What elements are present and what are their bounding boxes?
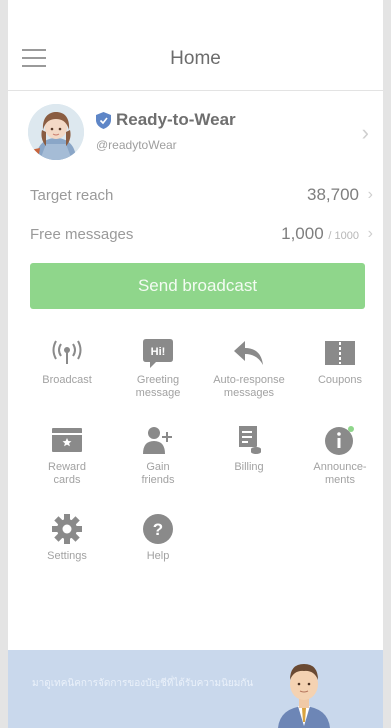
greeting-icon: Hi! [143,339,173,368]
chevron-right-icon: › [367,225,373,242]
tile-label: Help [146,550,170,562]
send-broadcast-button[interactable]: Send broadcast [30,263,365,309]
tile-label: Gain friends [141,461,175,486]
tile-coupons[interactable]: Coupons [299,336,381,387]
free-messages-label: Free messages [30,226,134,243]
reward-card-icon [52,428,82,452]
tile-label: Billing [234,461,264,473]
tile-reward-cards[interactable]: Reward cards [26,423,108,487]
tile-settings[interactable]: Settings [26,512,108,563]
account-id: @readytoWear [96,138,177,152]
announcement-icon [325,426,354,455]
gear-icon [52,514,82,544]
broadcast-icon [52,340,82,364]
banner-text: มาดูเทคนิคการจัดการของบัญชีที่ได้รับความ… [32,678,254,689]
free-messages-total: / 1000 [328,230,359,242]
verified-shield-icon [96,111,111,129]
tile-label: Greeting message [135,374,181,399]
coupon-icon [325,341,355,365]
free-messages-value: 1,000 [281,224,324,243]
svg-text:?: ? [153,520,163,539]
tile-label: Reward cards [48,461,86,486]
tile-auto-response[interactable]: Auto-response messages [208,336,290,400]
free-messages-row[interactable]: Free messages 1,000 / 1000 › [30,224,373,248]
tile-billing[interactable]: Billing [208,423,290,474]
target-reach-label: Target reach [30,187,114,204]
businessman-illustration [278,664,330,728]
account-profile[interactable]: Ready-to-Wear @readytoWear › [8,104,383,164]
account-name: Ready-to-Wear [116,110,236,129]
avatar [28,104,84,160]
top-bar: Home [8,14,383,91]
target-reach-row[interactable]: Target reach 38,700 › [30,185,373,209]
add-friend-icon [143,427,172,454]
reply-arrow-icon [234,341,263,365]
tile-greeting-message[interactable]: Hi! Greeting message [117,336,199,400]
tile-label: Coupons [317,374,363,386]
tile-help[interactable]: ? Help [117,512,199,563]
billing-icon [239,426,261,454]
help-icon: ? [143,514,173,544]
tile-announcements[interactable]: Announce- ments [299,423,381,487]
tile-label: Settings [47,550,87,562]
target-reach-value: 38,700 [307,185,359,204]
chevron-right-icon: › [361,120,369,145]
tile-label: Auto-response messages [213,374,285,399]
tile-gain-friends[interactable]: Gain friends [117,423,199,487]
promo-banner[interactable]: มาดูเทคนิคการจัดการของบัญชีที่ได้รับความ… [8,650,383,728]
app-frame: Home Ready-to-Wear @readytoWear › Target… [0,0,391,728]
app-screen: Home Ready-to-Wear @readytoWear › Target… [8,0,383,728]
page-title: Home [170,48,221,69]
svg-text:Hi!: Hi! [151,346,166,358]
tile-broadcast[interactable]: Broadcast [26,336,108,387]
chevron-right-icon: › [367,186,373,203]
tile-label: Announce- ments [313,461,367,486]
tile-label: Broadcast [42,374,92,386]
